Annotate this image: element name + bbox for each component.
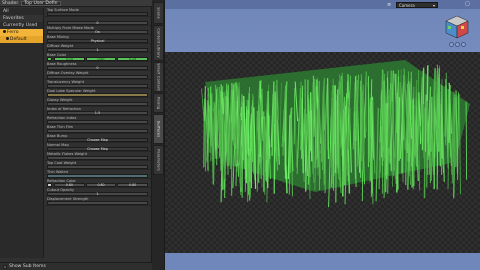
zoom-icon[interactable] — [461, 42, 466, 47]
property-row: Displacement Strength — [45, 197, 151, 206]
property-row: Diffuse Weight 1 — [45, 44, 151, 53]
bottom-bar: Show Sub Items — [0, 262, 152, 270]
property-row: Refraction Color 0.80 0.80 0.80 — [45, 179, 151, 188]
tab-posing[interactable]: Posing — [153, 93, 164, 113]
tree-item-ferro[interactable]: Ferro — [0, 29, 43, 36]
property-slider[interactable]: Choose Map — [47, 147, 148, 151]
property-slider[interactable]: Choose Map — [47, 138, 148, 142]
color-value-fields: 0.80 0.80 0.80 — [54, 183, 149, 187]
navigation-controls — [449, 42, 466, 47]
property-row: Diffuse Overlay Weight — [45, 71, 151, 80]
property-slider[interactable]: On — [47, 30, 148, 34]
surface-icon — [5, 37, 9, 40]
property-value: 0 — [96, 66, 99, 70]
tree-item-currently-used[interactable]: Currently Used — [0, 22, 43, 29]
color-channel-field[interactable]: 0.24 — [117, 57, 149, 61]
property-list: Top Surface Mode 0 Multiply From Mixee Mod… — [45, 8, 151, 262]
property-slider[interactable]: Physical — [47, 39, 148, 43]
tree-item-all[interactable]: All — [0, 8, 43, 15]
property-slider[interactable] — [47, 12, 148, 16]
property-row: Thin Walled — [45, 170, 151, 179]
property-row: Base Color 0.14 0.83 0.24 — [45, 53, 151, 62]
view-cube-icon[interactable] — [444, 14, 470, 40]
tab-smart-content[interactable]: Smart Content — [153, 62, 164, 92]
property-slider[interactable] — [47, 102, 148, 106]
property-row: Dual Lobe Specular Weight — [45, 89, 151, 98]
property-slider[interactable]: 0 — [47, 21, 148, 25]
property-row: Cutout Opacity 1 — [45, 188, 151, 197]
property-slider[interactable]: 1 — [47, 192, 148, 196]
property-value: Choose Map — [87, 147, 108, 151]
color-channel-field[interactable]: 0.14 — [54, 57, 85, 61]
property-value: Physical — [90, 39, 105, 43]
show-sub-items-label: Show Sub Items — [9, 264, 46, 269]
surface-tree: All Favorites Currently Used Ferro Defau… — [0, 8, 44, 258]
property-value: 0 — [96, 21, 99, 25]
property-slider[interactable] — [47, 201, 148, 205]
property-row: Base Mixing Physical — [45, 35, 151, 44]
property-slider[interactable] — [47, 165, 148, 169]
property-slider[interactable] — [47, 120, 148, 124]
tab-scene[interactable]: Scene — [153, 2, 164, 24]
property-row: Normal Map Choose Map — [45, 143, 151, 152]
color-swatch[interactable] — [47, 57, 52, 61]
color-value-fields: 0.14 0.83 0.24 — [54, 57, 149, 61]
property-slider[interactable]: 1.5 — [47, 111, 148, 115]
scene-render — [165, 52, 480, 253]
property-value: 1 — [96, 48, 99, 52]
property-row: Refraction Index — [45, 116, 151, 125]
property-value: Choose Map — [87, 138, 108, 142]
vertical-tab-strip: Scene Content Library Smart Content Posi… — [152, 0, 165, 270]
property-row: Multiply From Mixee Mode On — [45, 26, 151, 35]
panel-title: Shader — [2, 0, 19, 6]
color-channel-field[interactable]: 0.80 — [54, 183, 85, 187]
tab-parameters[interactable]: Parameters — [153, 145, 164, 175]
color-channel-field[interactable]: 0.80 — [117, 183, 149, 187]
floor-edge — [165, 253, 480, 270]
expand-icon[interactable] — [3, 30, 6, 33]
property-row: Translucency Weight — [45, 80, 151, 89]
property-row: Index of Refraction 1.5 — [45, 107, 151, 116]
property-row: Top Coat Weight — [45, 161, 151, 170]
property-row: 0 — [45, 17, 151, 26]
tree-item-favorites[interactable]: Favorites — [0, 15, 43, 22]
property-slider[interactable]: 0 — [47, 66, 148, 70]
property-value: 1 — [96, 192, 99, 196]
property-slider[interactable] — [47, 75, 148, 79]
property-slider[interactable] — [47, 93, 148, 97]
property-value: 1.5 — [94, 111, 101, 115]
viewport-menu-icon[interactable]: ≡ — [387, 2, 391, 8]
color-swatch[interactable] — [47, 183, 52, 187]
maximize-icon[interactable]: ▢ — [465, 1, 470, 7]
property-slider[interactable] — [47, 84, 148, 88]
preset-selector[interactable]: Top User Defin — [21, 0, 61, 6]
tab-content-library[interactable]: Content Library — [153, 25, 164, 61]
property-slider[interactable] — [47, 156, 148, 160]
property-row: Top Surface Mode — [45, 8, 151, 17]
panel-header: Shader Top User Defin — [0, 0, 152, 7]
pan-icon[interactable] — [455, 42, 460, 47]
property-slider[interactable]: 1 — [47, 48, 148, 52]
property-row: Glossy Weight — [45, 98, 151, 107]
property-value: On — [95, 30, 100, 34]
property-row: Base Roughness 0 — [45, 62, 151, 71]
color-channel-field[interactable]: 0.83 — [85, 57, 117, 61]
property-row: Base Thin Film — [45, 125, 151, 134]
color-channel-field[interactable]: 0.80 — [85, 183, 117, 187]
property-row: Metallic Flakes Weight — [45, 152, 151, 161]
orbit-icon[interactable] — [449, 42, 454, 47]
property-row: Base Bump Choose Map — [45, 134, 151, 143]
tab-surfaces[interactable]: Surfaces — [153, 114, 164, 144]
show-sub-items-checkbox[interactable] — [3, 264, 7, 269]
surfaces-panel: Shader Top User Defin All Favorites Curr… — [0, 0, 152, 270]
property-slider[interactable] — [47, 129, 148, 133]
property-slider[interactable] — [47, 174, 148, 178]
3d-viewport[interactable]: ≡ Camera ▢ — [165, 0, 480, 270]
camera-selector[interactable]: Camera — [396, 2, 438, 8]
tree-item-default[interactable]: Default — [0, 36, 43, 43]
